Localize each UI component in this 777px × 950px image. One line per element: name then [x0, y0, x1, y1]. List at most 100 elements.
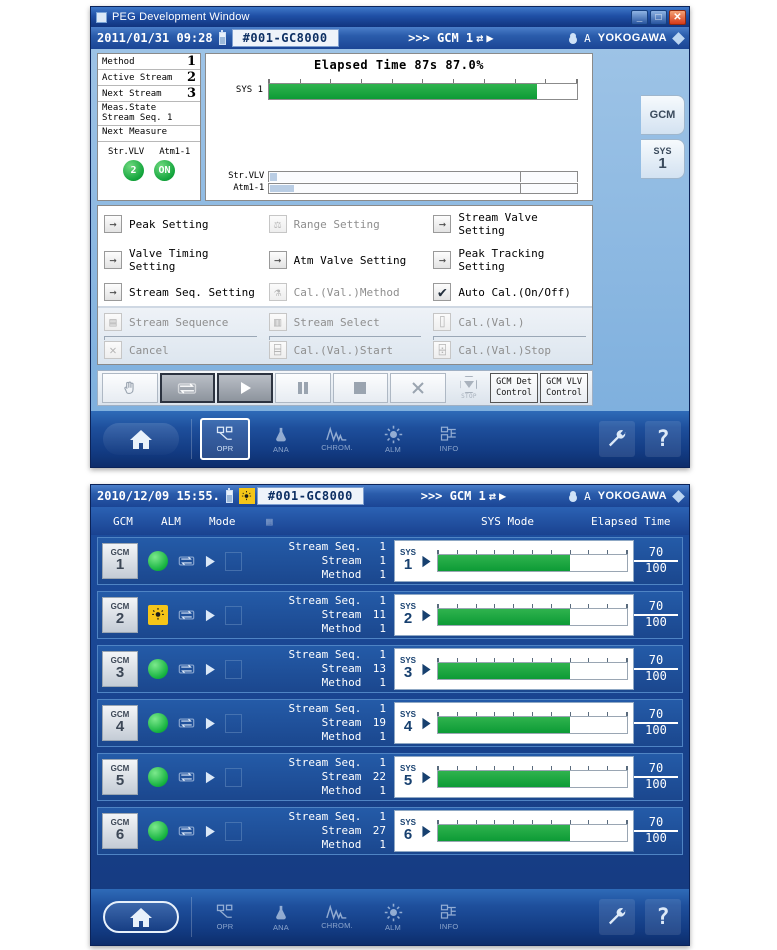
wrench-icon[interactable]: [599, 421, 635, 457]
stream-seq-label: Stream Seq.: [288, 756, 362, 770]
progress-bar: [437, 716, 628, 734]
help-button[interactable]: ?: [645, 421, 681, 457]
nav-item-info[interactable]: INFO: [424, 896, 474, 938]
cycle-icon[interactable]: [178, 663, 195, 675]
cycle-icon[interactable]: [178, 825, 195, 837]
menu-item-cancel: ✕ Cancel: [98, 336, 263, 364]
nav-right-group-2: ?: [599, 899, 681, 935]
chromatogram-icon[interactable]: [225, 767, 242, 787]
stream-seq-value: 1: [379, 810, 386, 824]
menu-item-peak-tracking-setting[interactable]: → Peak Tracking Setting: [427, 242, 592, 278]
stream-value: 27: [372, 824, 386, 838]
close-button[interactable]: ✕: [669, 9, 686, 25]
menu-item-label: Stream Select: [293, 315, 380, 329]
gcm-vlv-control-button[interactable]: GCM VLV Control: [540, 373, 589, 403]
str-vlv-indicator: 2: [123, 160, 144, 181]
stop-square-icon[interactable]: [332, 373, 389, 403]
gcm-button-3[interactable]: GCM 3: [102, 651, 138, 687]
play-icon[interactable]: [204, 663, 216, 676]
cancel-icon: ✕: [104, 341, 122, 359]
user-level: A: [584, 31, 591, 45]
menu-item-stream-seq-setting[interactable]: → Stream Seq. Setting: [98, 278, 263, 306]
stream-info: Stream Seq. 1 Stream 27 Method 1: [289, 810, 394, 851]
cycle-icon[interactable]: [159, 373, 216, 403]
gcm-button-4[interactable]: GCM 4: [102, 705, 138, 741]
nav-item-alm[interactable]: ALM: [368, 896, 418, 938]
play-icon[interactable]: [217, 373, 273, 403]
nav-item-chrom[interactable]: CHROM.: [312, 896, 362, 938]
gcm-row[interactable]: GCM 5 Stream Seq. 1 Stream 22 Method 1 SYS 5 70…: [97, 753, 683, 801]
method-label: Method: [321, 567, 362, 581]
close-x-icon[interactable]: [390, 373, 446, 403]
pause-icon[interactable]: [274, 373, 331, 403]
stream-value: 1: [379, 554, 386, 568]
chromatogram-icon[interactable]: [225, 821, 242, 841]
gcm-button-2[interactable]: GCM 2: [102, 597, 138, 633]
sys-progress: [437, 658, 628, 680]
gcm-button-1[interactable]: GCM 1: [102, 543, 138, 579]
nav-item-label: ANA: [272, 922, 290, 932]
cycle-icon[interactable]: [178, 771, 195, 783]
str-vlv-timeline-row: Str.VLV: [206, 170, 578, 182]
play-icon[interactable]: [204, 825, 216, 838]
play-icon[interactable]: [204, 609, 216, 622]
gcm-det-control-button[interactable]: GCM Det Control: [490, 373, 539, 403]
nav-item-opr[interactable]: OPR: [200, 418, 250, 460]
sys-number-label: SYS 6: [400, 819, 416, 843]
play-icon[interactable]: [204, 717, 216, 730]
chromatogram-icon[interactable]: [225, 713, 242, 733]
gcm-row[interactable]: GCM 1 Stream Seq. 1 Stream 1 Method 1 SYS 1 70 1…: [97, 537, 683, 585]
chromatogram-icon[interactable]: [225, 659, 242, 679]
nav-item-chrom[interactable]: CHROM.: [312, 418, 362, 460]
chromatogram-icon[interactable]: [225, 605, 242, 625]
gcm-button-6[interactable]: GCM 6: [102, 813, 138, 849]
gcm-row[interactable]: GCM 4 Stream Seq. 1 Stream 19 Method 1 SYS 4 70…: [97, 699, 683, 747]
nav-item-ana[interactable]: ANA: [256, 896, 306, 938]
gcm-button-5[interactable]: GCM 5: [102, 759, 138, 795]
menu-item-stream-valve-setting[interactable]: → Stream Valve Setting: [427, 206, 592, 242]
menu-item-peak-setting[interactable]: → Peak Setting: [98, 206, 263, 242]
chromatogram-icon[interactable]: [225, 551, 242, 571]
menu-item-atm-valve-setting[interactable]: → Atm Valve Setting: [263, 242, 428, 278]
menu-item-valve-timing-setting[interactable]: → Valve Timing Setting: [98, 242, 263, 278]
hand-icon[interactable]: [102, 373, 158, 403]
nav-item-opr[interactable]: OPR: [200, 896, 250, 938]
gcm-selector-2[interactable]: >>> GCM 1 ⇄ ▶: [421, 489, 507, 503]
nav-item-alm[interactable]: ALM: [368, 418, 418, 460]
stream-info: Stream Seq. 1 Stream 19 Method 1: [289, 702, 394, 743]
stream-info: Stream Seq. 1 Stream 13 Method 1: [289, 648, 394, 689]
play-icon[interactable]: [204, 771, 216, 784]
cycle-icon[interactable]: [178, 609, 195, 621]
emergency-stop-icon[interactable]: STOP: [450, 373, 488, 403]
sys-progress-box: SYS 6: [394, 810, 634, 852]
header-datetime: 2011/01/31 09:28: [97, 31, 213, 45]
gcm-selector[interactable]: >>> GCM 1 ⇄ ▶: [408, 31, 494, 45]
minimize-button[interactable]: _: [631, 9, 648, 25]
sys-progress: [437, 766, 628, 788]
cycle-icon[interactable]: [178, 717, 195, 729]
play-icon[interactable]: [204, 555, 216, 568]
cycle-icon[interactable]: [178, 555, 195, 567]
gcm-row[interactable]: GCM 3 Stream Seq. 1 Stream 13 Method 1 SYS 3 70…: [97, 645, 683, 693]
nav-item-ana[interactable]: ANA: [256, 418, 306, 460]
tab-sys-number: 1: [658, 155, 667, 173]
sys-progress: [437, 604, 628, 626]
nav-home-button-2[interactable]: [99, 899, 183, 935]
maximize-button[interactable]: □: [650, 9, 667, 25]
stream-seq-label: Stream Seq.: [288, 594, 362, 608]
nav-home-button[interactable]: [99, 421, 183, 457]
wrench-icon-2[interactable]: [599, 899, 635, 935]
status-left-panel: Method 1 Active Stream 2 Next Stream 3 M…: [97, 53, 201, 201]
gcm-row[interactable]: GCM 6 Stream Seq. 1 Stream 27 Method 1 SYS 6 70…: [97, 807, 683, 855]
menu-item-auto-cal-on-off[interactable]: ✔ Auto Cal.(On/Off): [427, 278, 592, 306]
user-level-2: A: [584, 489, 591, 503]
sys-number: 6: [403, 826, 413, 844]
sys1-bar-wrap: [268, 79, 578, 100]
gcm-row[interactable]: GCM 2 Stream Seq. 1 Stream 11 Method 1 SYS 2 70…: [97, 591, 683, 639]
help-button-2[interactable]: ?: [645, 899, 681, 935]
tab-gcm[interactable]: GCM: [641, 95, 685, 135]
arrow-right-icon: →: [433, 215, 452, 233]
valve-indicators: 2 ON: [98, 160, 200, 181]
nav-item-info[interactable]: INFO: [424, 418, 474, 460]
tab-sys-1[interactable]: SYS 1: [641, 139, 685, 179]
